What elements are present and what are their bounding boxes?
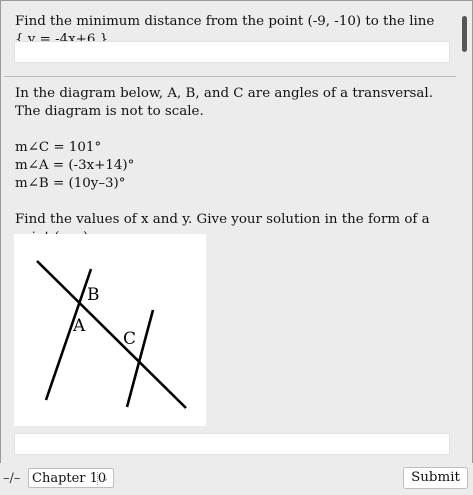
select-separator [97,472,98,485]
chapter-select[interactable]: Chapter 10 ⌄ [28,468,114,488]
question-panel: Find the minimum distance from the point… [0,0,473,465]
parallel-line-right [125,309,155,408]
question-2-answer-input[interactable] [14,433,450,455]
transversal-diagram: B A C [14,234,206,426]
question-2-text-block: In the diagram below, A, B, and C are an… [15,85,450,247]
label-a: A [72,316,86,336]
progress-label: –/– [3,471,21,486]
given-angle-b: m∠B = (10y–3)° [15,176,126,191]
question-divider [4,76,456,77]
given-angle-a: m∠A = (-3x+14)° [15,158,135,173]
chevron-down-icon: ⌄ [100,473,109,484]
scrollbar-thumb[interactable] [462,16,467,52]
label-c: C [123,329,136,349]
chapter-select-value: Chapter 10 [32,471,107,486]
given-angle-c: m∠C = 101° [15,140,102,155]
question-1-answer-input[interactable] [14,41,450,63]
vertical-scrollbar[interactable] [459,2,471,463]
transversal-line [36,260,187,409]
question-2-intro: In the diagram below, A, B, and C are an… [15,86,433,119]
label-b: B [87,285,100,305]
submit-button[interactable]: Submit [403,467,468,489]
